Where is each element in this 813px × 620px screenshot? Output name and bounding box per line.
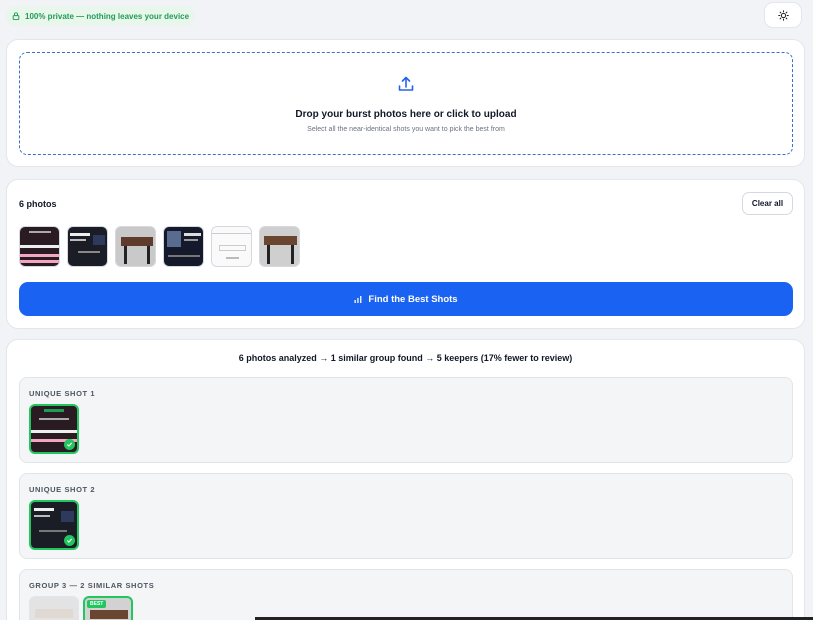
sun-icon xyxy=(777,9,789,21)
keeper-thumbnail[interactable] xyxy=(29,500,79,550)
result-group: UNIQUE SHOT 1 xyxy=(19,377,793,463)
bar-chart-icon xyxy=(354,296,362,303)
result-group: GROUP 3 — 2 SIMILAR SHOTS BEST xyxy=(19,569,793,620)
photo-thumbnails xyxy=(19,226,300,267)
upload-title: Drop your burst photos here or click to … xyxy=(295,109,517,120)
upload-card: Drop your burst photos here or click to … xyxy=(6,39,805,167)
group-title: UNIQUE SHOT 2 xyxy=(29,485,96,494)
photo-thumbnail[interactable] xyxy=(211,226,252,267)
clear-all-button[interactable]: Clear all xyxy=(742,192,793,215)
result-group: UNIQUE SHOT 2 xyxy=(19,473,793,559)
check-icon xyxy=(64,535,75,546)
group-title: UNIQUE SHOT 1 xyxy=(29,389,96,398)
find-best-shots-label: Find the Best Shots xyxy=(368,293,458,305)
theme-toggle-button[interactable] xyxy=(764,2,802,28)
best-badge: BEST xyxy=(87,600,107,608)
results-card: 6 photos analyzed → 1 similar group foun… xyxy=(6,339,805,620)
similar-thumbnail[interactable] xyxy=(29,596,79,620)
lock-icon xyxy=(12,12,20,20)
group-title: GROUP 3 — 2 SIMILAR SHOTS xyxy=(29,581,155,590)
upload-icon xyxy=(398,76,414,91)
check-icon xyxy=(64,439,75,450)
photo-thumbnail[interactable] xyxy=(19,226,60,267)
keeper-thumbnail[interactable] xyxy=(29,404,79,454)
find-best-shots-button[interactable]: Find the Best Shots xyxy=(19,282,793,316)
results-summary: 6 photos analyzed → 1 similar group foun… xyxy=(238,353,573,363)
photo-thumbnail[interactable] xyxy=(163,226,204,267)
photo-thumbnail[interactable] xyxy=(67,226,108,267)
photo-count: 6 photos xyxy=(19,199,57,209)
photo-thumbnail[interactable] xyxy=(115,226,156,267)
best-thumbnail[interactable]: BEST xyxy=(83,596,133,620)
photo-thumbnail[interactable] xyxy=(259,226,300,267)
upload-dropzone[interactable]: Drop your burst photos here or click to … xyxy=(19,52,793,155)
upload-subtitle: Select all the near-identical shots you … xyxy=(307,126,505,133)
privacy-text: 100% private — nothing leaves your devic… xyxy=(25,11,190,21)
photos-card: 6 photos Clear all Find the Best Shots xyxy=(6,179,805,329)
privacy-badge: 100% private — nothing leaves your devic… xyxy=(6,6,196,26)
